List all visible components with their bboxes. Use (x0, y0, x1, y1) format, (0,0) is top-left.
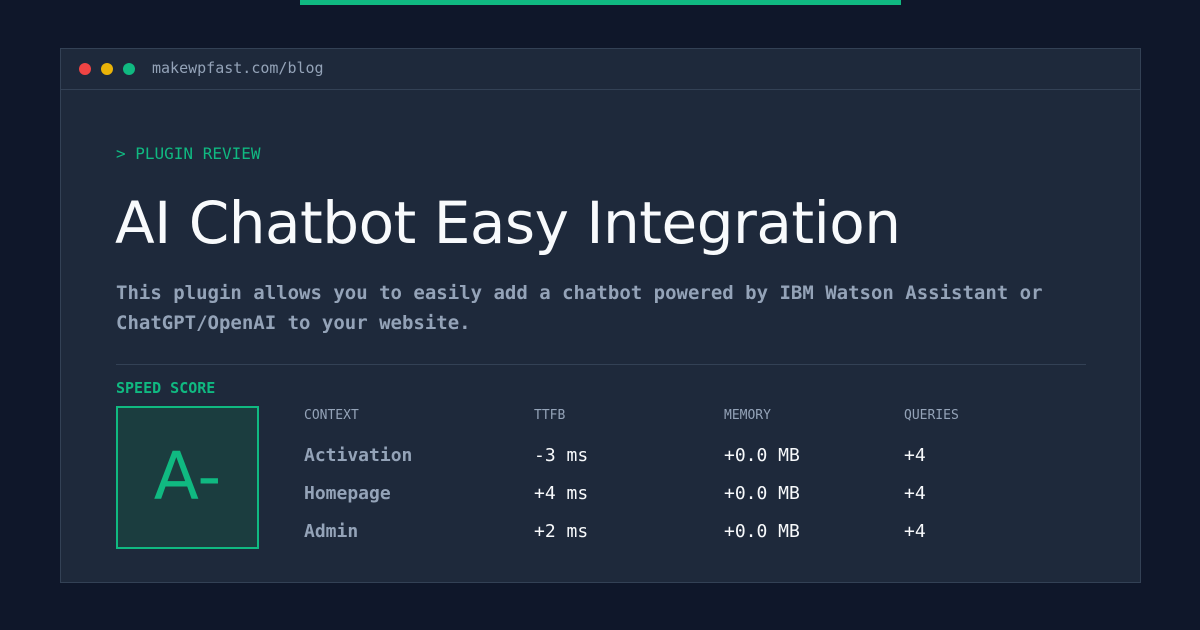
row-homepage-context: Homepage (304, 483, 391, 504)
row-admin-memory: +0.0 MB (724, 521, 800, 542)
window-titlebar: makewpfast.com/blog (61, 49, 1140, 90)
row-homepage-ttfb: +4 ms (534, 483, 589, 504)
browser-window: makewpfast.com/blog > PLUGIN REVIEW AI C… (60, 48, 1141, 583)
top-accent-bar (300, 0, 901, 5)
row-activation-context: Activation (304, 445, 413, 466)
section-eyebrow: > PLUGIN REVIEW (116, 144, 261, 163)
column-header-context: CONTEXT (304, 408, 359, 423)
page-title: AI Chatbot Easy Integration (115, 188, 901, 257)
row-admin-queries: +4 (904, 521, 926, 542)
minimize-dot-icon[interactable] (101, 63, 113, 75)
section-divider (116, 364, 1086, 365)
column-header-queries: QUERIES (904, 408, 959, 423)
row-admin-ttfb: +2 ms (534, 521, 589, 542)
row-homepage-queries: +4 (904, 483, 926, 504)
row-activation-memory: +0.0 MB (724, 445, 800, 466)
column-header-ttfb: TTFB (534, 408, 566, 423)
row-activation-queries: +4 (904, 445, 926, 466)
column-header-memory: MEMORY (724, 408, 771, 423)
speed-score-label: SPEED SCORE (116, 379, 216, 397)
row-homepage-memory: +0.0 MB (724, 483, 800, 504)
speed-grade: A- (153, 438, 222, 515)
url-text: makewpfast.com/blog (152, 59, 324, 77)
speed-score-badge: A- (116, 406, 259, 549)
row-activation-ttfb: -3 ms (534, 445, 589, 466)
plugin-description: This plugin allows you to easily add a c… (116, 282, 1043, 334)
maximize-dot-icon[interactable] (123, 63, 135, 75)
close-dot-icon[interactable] (79, 63, 91, 75)
row-admin-context: Admin (304, 521, 359, 542)
